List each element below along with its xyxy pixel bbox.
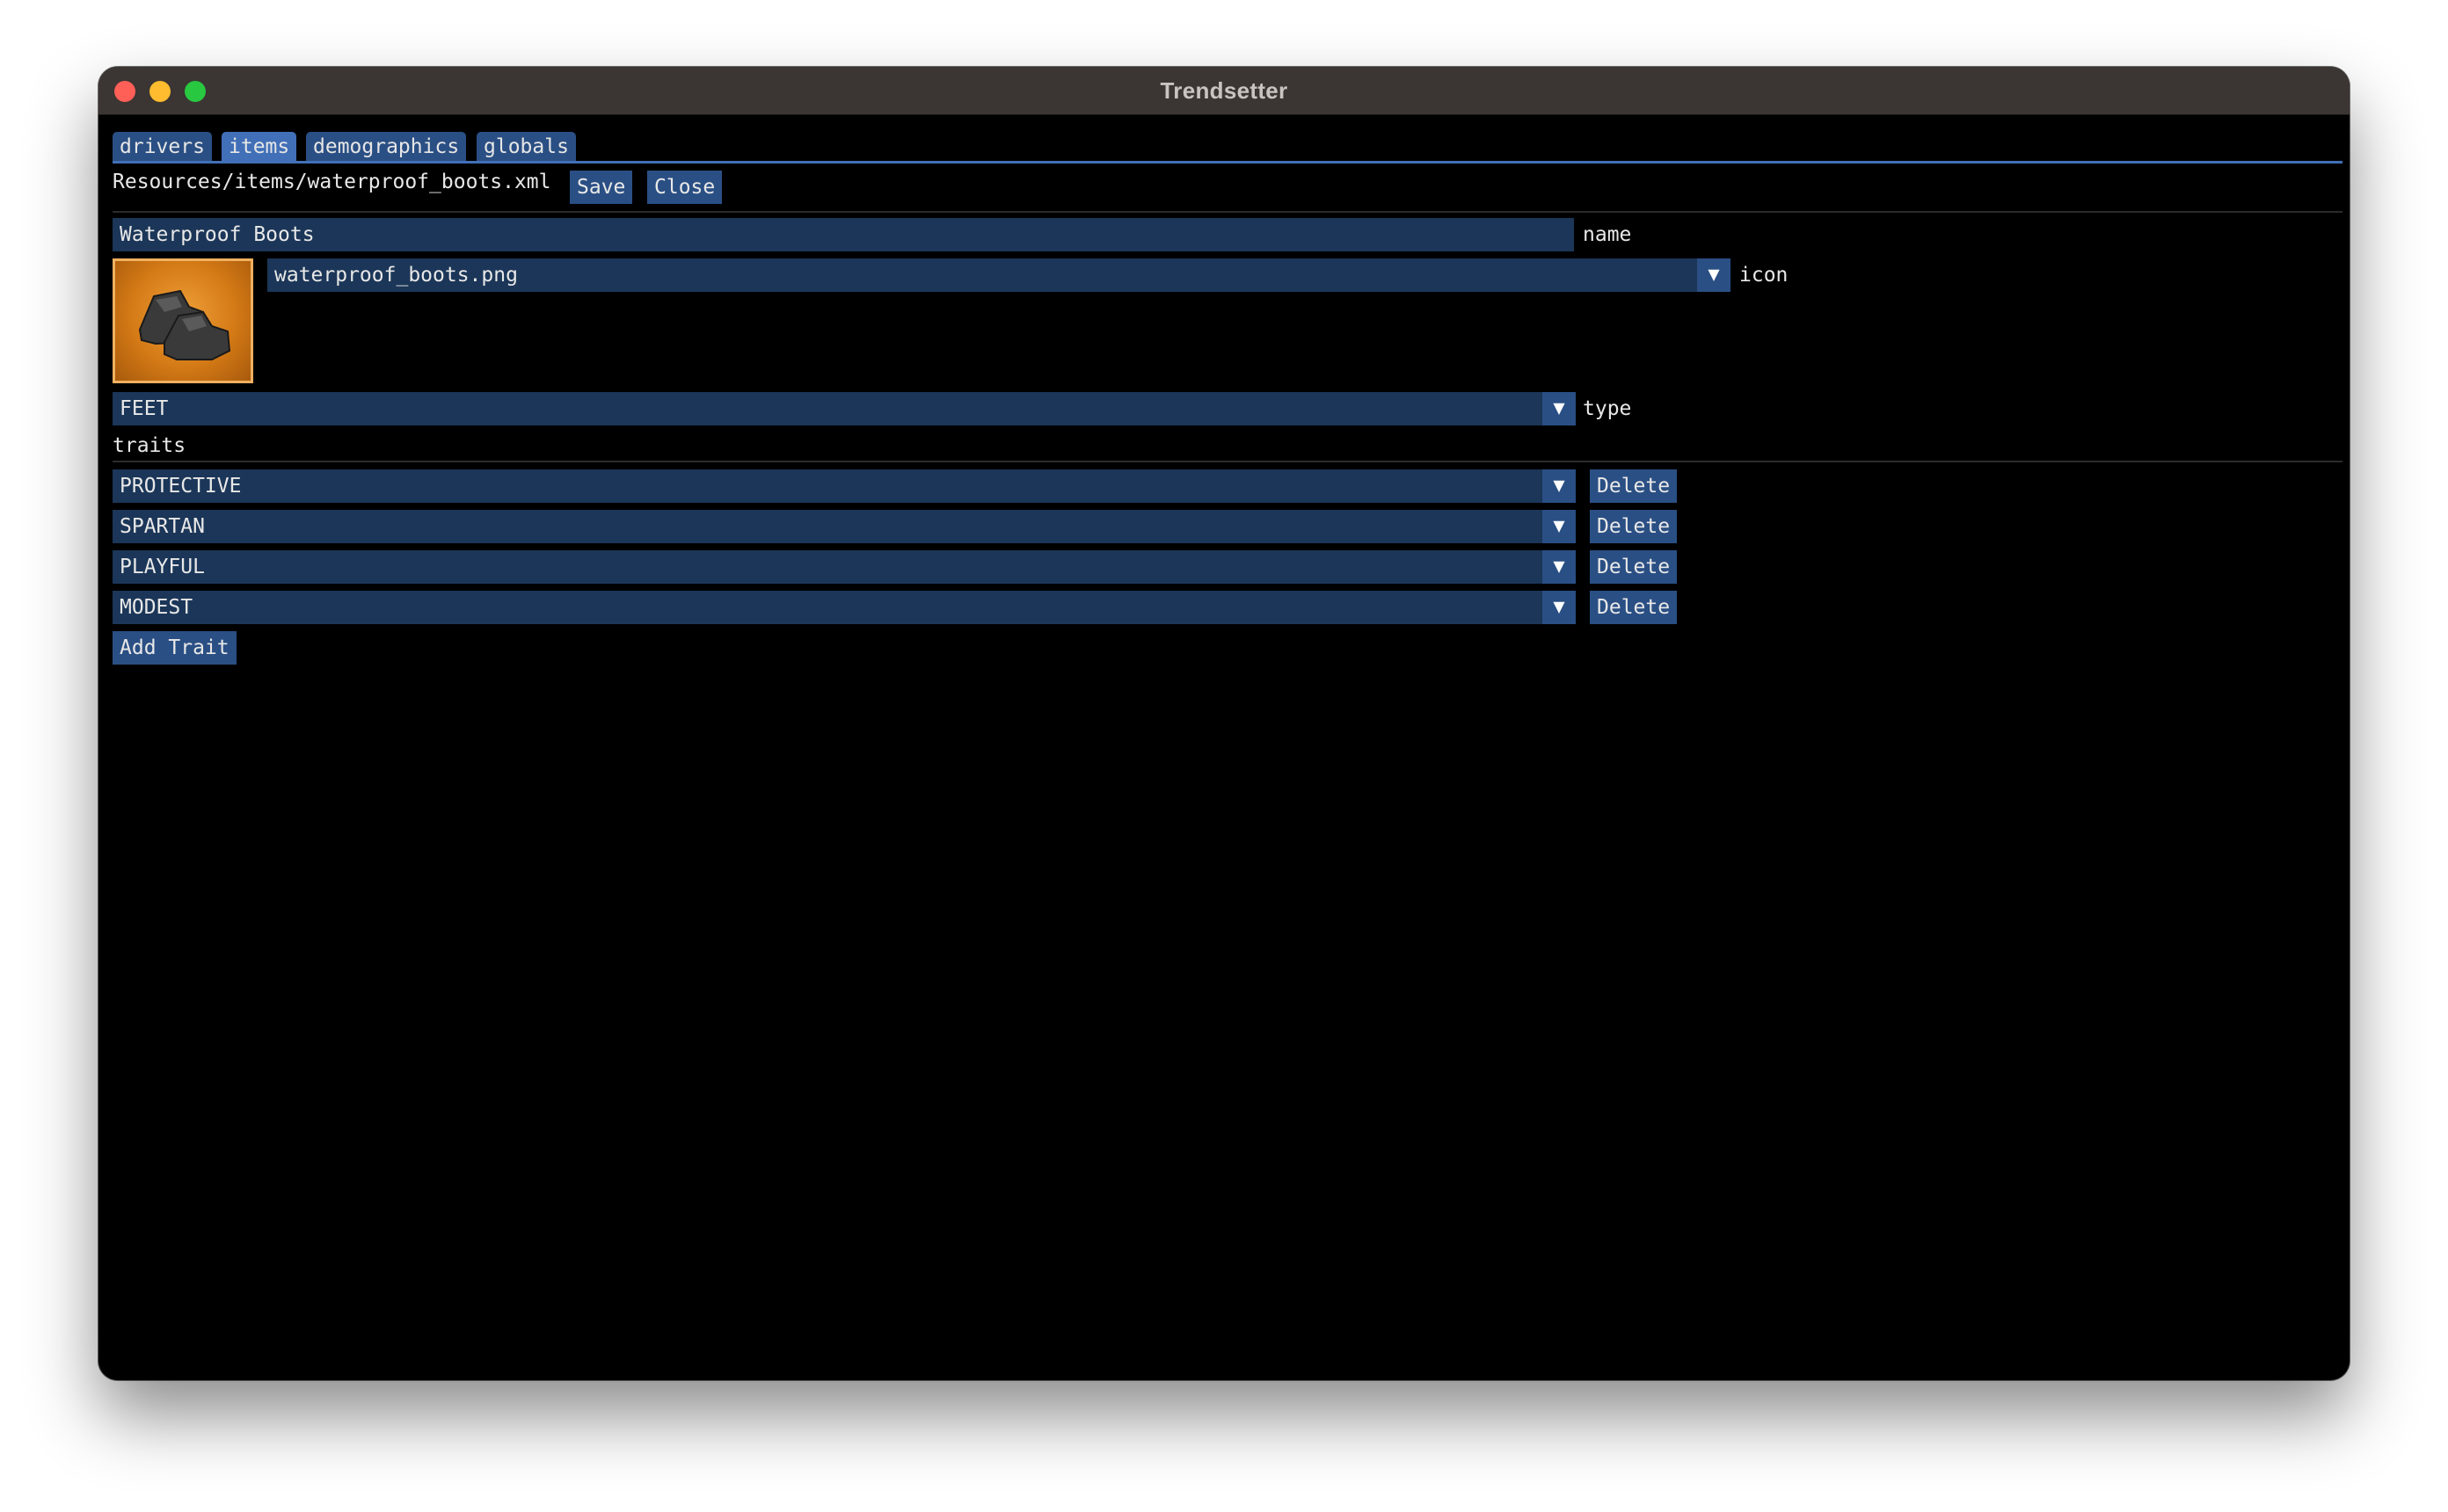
tab-demographics[interactable]: demographics — [306, 132, 467, 162]
type-select-value: FEET — [120, 397, 169, 420]
tab-items[interactable]: items — [222, 132, 297, 162]
trait-select[interactable]: PROTECTIVE ▼ — [113, 469, 1576, 503]
chevron-down-icon[interactable]: ▼ — [1542, 591, 1576, 624]
chevron-down-icon[interactable]: ▼ — [1542, 469, 1576, 503]
tab-drivers[interactable]: drivers — [113, 132, 212, 162]
name-input[interactable]: Waterproof Boots — [113, 218, 1574, 251]
trait-select-value: PROTECTIVE — [120, 475, 242, 498]
trait-select[interactable]: SPARTAN ▼ — [113, 510, 1576, 543]
tab-globals[interactable]: globals — [477, 132, 576, 162]
title-bar[interactable]: Trendsetter — [98, 67, 2350, 115]
trait-select-value: SPARTAN — [120, 515, 205, 538]
boots-icon — [113, 258, 253, 383]
icon-select-value: waterproof_boots.png — [274, 264, 518, 287]
chevron-down-icon[interactable]: ▼ — [1542, 510, 1576, 543]
file-path: Resources/items/waterproof_boots.xml — [113, 171, 551, 193]
chevron-down-icon[interactable]: ▼ — [1542, 550, 1576, 584]
delete-trait-button[interactable]: Delete — [1590, 591, 1678, 624]
add-trait-button[interactable]: Add Trait — [113, 631, 237, 665]
type-select[interactable]: FEET ▼ — [113, 392, 1576, 425]
traits-heading: traits — [113, 434, 186, 457]
delete-trait-button[interactable]: Delete — [1590, 550, 1678, 584]
divider — [113, 211, 2342, 213]
save-button[interactable]: Save — [570, 171, 633, 204]
trait-select-value: MODEST — [120, 596, 193, 619]
delete-trait-button[interactable]: Delete — [1590, 469, 1678, 503]
type-label: type — [1583, 397, 1632, 420]
trait-select[interactable]: MODEST ▼ — [113, 591, 1576, 624]
chevron-down-icon[interactable]: ▼ — [1542, 392, 1576, 425]
name-label: name — [1583, 223, 1632, 246]
icon-label: icon — [1739, 264, 1789, 287]
trait-select[interactable]: PLAYFUL ▼ — [113, 550, 1576, 584]
divider — [113, 461, 2342, 462]
icon-select[interactable]: waterproof_boots.png ▼ — [267, 258, 1730, 292]
close-button[interactable]: Close — [647, 171, 723, 204]
window-title: Trendsetter — [1160, 77, 1288, 104]
trait-select-value: PLAYFUL — [120, 556, 205, 578]
delete-trait-button[interactable]: Delete — [1590, 510, 1678, 543]
chevron-down-icon[interactable]: ▼ — [1697, 258, 1730, 292]
tab-bar-underline — [113, 161, 2342, 164]
